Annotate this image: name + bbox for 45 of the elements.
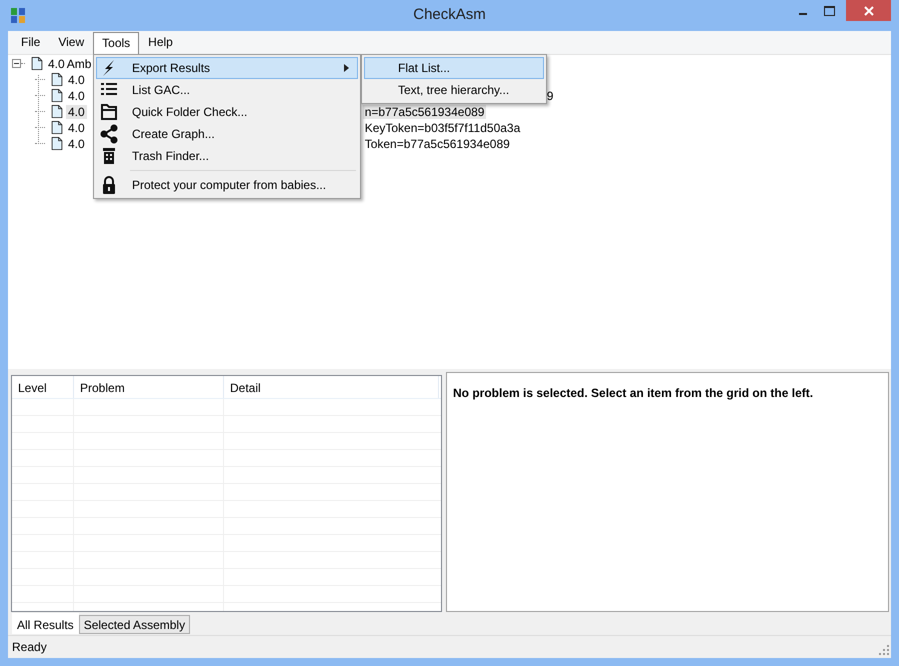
column-header[interactable]: Problem (74, 376, 224, 398)
document-icon (51, 89, 63, 102)
document-icon (51, 121, 63, 134)
menu-option[interactable]: Create Graph... (96, 123, 358, 145)
status-text: Ready (12, 640, 47, 654)
menu-option[interactable]: List GAC... (96, 79, 358, 101)
menu-item[interactable]: Tools (93, 32, 140, 54)
collapse-icon[interactable] (12, 59, 21, 68)
menu-option[interactable]: Flat List... (364, 57, 544, 79)
tree-node-text: n=b77a5c561934e089 (362, 104, 486, 119)
menu-item[interactable]: Help (139, 32, 182, 54)
tree-node[interactable]: 4.0 (46, 56, 67, 71)
tree-node[interactable]: 4.0 (66, 104, 87, 119)
menu-option[interactable]: Trash Finder... (96, 145, 358, 167)
maximize-icon[interactable] (824, 6, 834, 16)
menu-option[interactable]: Quick Folder Check... (96, 101, 358, 123)
tree-node[interactable]: 4.0 (66, 88, 87, 103)
detail-message: No problem is selected. Select an item from the grid on the left. (446, 372, 889, 612)
column-header[interactable]: Detail (224, 376, 439, 398)
document-icon (51, 137, 63, 150)
document-icon (51, 73, 63, 86)
tree-node[interactable]: 4.0 (66, 72, 87, 87)
tab[interactable]: Selected Assembly (78, 615, 190, 634)
window-title: CheckAsm (413, 6, 486, 23)
menu-item[interactable]: View (49, 32, 94, 54)
tree-node[interactable]: 4.0 (66, 136, 87, 151)
close-button[interactable] (846, 0, 891, 21)
close-icon[interactable] (864, 6, 874, 16)
folder-icon (99, 102, 119, 122)
tab[interactable]: All Results (12, 613, 79, 634)
tree-node-text: KeyToken=b03f5f7f11d50a3a (364, 120, 522, 135)
menu-item[interactable]: File (12, 32, 50, 54)
menu-option[interactable]: Protect your computer from babies... (96, 174, 358, 196)
tree-node-text: Token=b77a5c561934e089 (364, 136, 511, 151)
share-icon (99, 124, 119, 144)
tree-node[interactable]: 4.0 (66, 120, 87, 135)
tree-node-text: 9 (546, 88, 554, 103)
tree-node-text: Amb (66, 56, 92, 71)
menu-option[interactable]: Export Results (96, 57, 358, 79)
document-icon (31, 57, 43, 70)
menu-option[interactable]: Text, tree hierarchy... (364, 79, 544, 101)
column-header[interactable]: Level (12, 376, 74, 398)
resize-grip-icon[interactable] (879, 645, 889, 655)
app-icon (10, 7, 27, 24)
document-icon (51, 105, 63, 118)
